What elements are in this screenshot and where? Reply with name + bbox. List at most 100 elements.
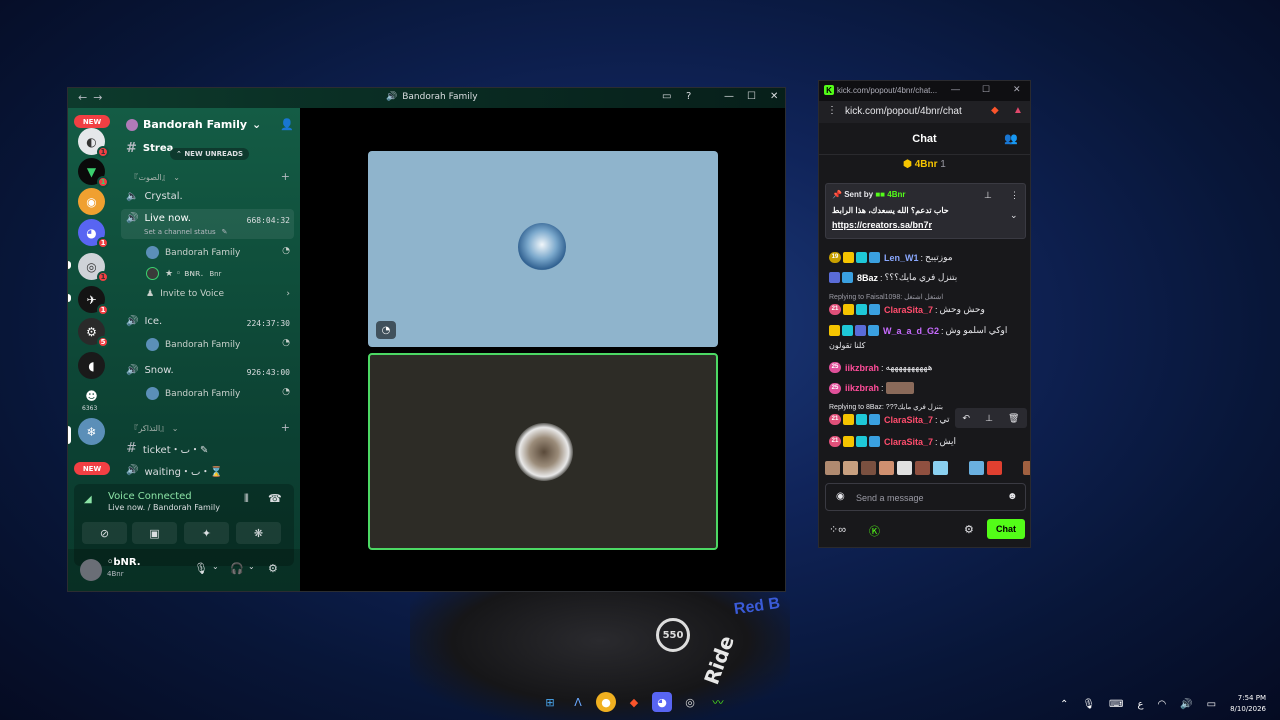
close-icon[interactable]: ✕ [1013,84,1021,95]
pin-icon[interactable]: ⊥ [985,413,993,424]
server-icon-7[interactable]: ⚙ 5 [78,318,109,348]
users-icon[interactable]: 👥 [1004,132,1018,145]
channel-ice[interactable]: 🔊 Ice. [126,316,162,327]
screen-share-button[interactable]: ▣ [132,522,177,544]
add-channel-icon[interactable]: + [281,170,290,183]
voice-member[interactable]: ★ ◦ ʙɴʀ. Bnr [146,267,221,280]
chat-button[interactable]: Chat [987,519,1025,539]
emote-image[interactable] [969,461,984,475]
camera-off-button[interactable]: ⊘ [82,522,127,544]
emote-image[interactable] [843,461,858,475]
discord-taskbar-icon[interactable]: ◕ [652,692,672,712]
voice-subtitle[interactable]: Live now. / Bandorah Family [108,503,220,512]
chat-message[interactable]: 19 Len_W1: موزتيبح [829,252,953,263]
server-icon-1[interactable]: ◐ 1 [78,128,109,158]
emote-image[interactable] [987,461,1002,475]
chat-message[interactable]: 8Baz: بتنزل فري مايك؟؟؟ [829,272,957,283]
activity-icon[interactable]: ◔ [376,321,396,339]
shield-icon[interactable]: ◉ [836,491,845,502]
channel-status[interactable]: Set a channel status ✎ [144,228,228,236]
maximize-icon[interactable]: ☐ [982,84,990,95]
battery-icon[interactable]: ▭ [1207,699,1216,710]
new-unreads-badge[interactable]: ⌃ NEW UNREADS [170,148,250,160]
server-icon-6[interactable]: ✈ 1 [78,286,109,316]
chat-message[interactable]: W_a_a_d_G2: اوكي اسلمو وش [829,325,1007,336]
chat-message[interactable]: 21 ClaraSita_7: وحش وحش [829,304,985,315]
chat-message[interactable]: 25 iikzbrah: [829,382,914,394]
wifi-icon[interactable]: ◠ [1157,699,1166,710]
pinned-link[interactable]: https://creators.sa/bn7r [832,220,932,230]
voice-member[interactable]: Bandorah Family [146,246,240,259]
emote-image[interactable] [1005,461,1020,475]
unpin-icon[interactable]: ⊥ [984,190,992,201]
server-icon-2[interactable]: ▼ 1 [78,158,109,188]
add-channel-icon[interactable]: + [281,421,290,434]
app-icon-coin[interactable]: ● [596,692,616,712]
emote-image[interactable] [861,461,876,475]
microphone-icon[interactable]: 🎙 [1082,699,1095,710]
voice-member[interactable]: Bandorah Family [146,338,240,351]
server-icon-3[interactable]: ◉ [78,188,105,215]
reply-context[interactable]: Replying to Faisal1098: اشتغل اشتغل [829,293,943,301]
brave-shield-icon[interactable]: ◆ [991,105,999,116]
category-voice[interactable]: 『الصوت』 ⌄ [130,172,181,183]
input-language[interactable]: ع [1137,699,1143,710]
brave-browser-icon[interactable]: ◆ [624,692,644,712]
clock[interactable]: 7:54 PM 8/10/2026 [1230,693,1266,715]
server-icon-bandorah[interactable]: ❄ [78,418,105,445]
invite-to-voice[interactable]: ♟ Invite to Voice [146,289,224,299]
chevron-down-icon[interactable]: ⌄ [212,562,219,571]
close-icon[interactable]: ✕ [770,91,778,102]
maximize-icon[interactable]: ☐ [747,91,756,102]
channel-crystal[interactable]: 🔈 Crystal. [126,191,183,202]
channel-live-now[interactable]: 🔊 Live now. [126,213,191,224]
server-icon-8[interactable]: ◖ [78,352,105,379]
windows-start-icon[interactable]: ⊞ [540,692,560,712]
discord-logo-icon[interactable]: ◕ 1 [78,219,109,249]
minimize-icon[interactable]: — [724,91,734,102]
chat-message[interactable]: 21 ClaraSita_7: ايش [829,436,956,447]
chat-message[interactable]: 25 iikzbrah: ههههههههههه [829,362,932,373]
new-pill[interactable]: NEW [74,115,110,128]
points-icon[interactable]: ⁘∞ [829,523,846,536]
avatar[interactable] [80,559,102,581]
emote-image[interactable] [825,461,840,475]
help-icon[interactable]: ? [686,91,691,102]
message-input[interactable]: ◉ Send a message ☻ [825,483,1026,511]
chevron-down-icon[interactable]: ⌄ [248,562,255,571]
more-icon[interactable]: ⋮ [1010,190,1019,201]
category-tickets[interactable]: 『التذاكر』 ⌄ [130,423,179,434]
headphones-icon[interactable]: 🎧 [230,562,244,575]
channel-snow[interactable]: 🔊 Snow. [126,365,174,376]
app-icon-a[interactable]: Λ [568,692,588,712]
trash-icon[interactable]: 🗑 [1008,413,1019,424]
chevron-down-icon[interactable]: ⌄ [1010,210,1018,221]
emote-image[interactable] [951,461,966,475]
rewards-icon[interactable]: ▲ [1013,105,1023,116]
server-icon-5[interactable]: ◎ 1 [78,253,109,283]
reply-icon[interactable]: ↶ [963,413,971,424]
nav-arrows[interactable]: ←→ [78,91,108,104]
participant-tile-speaking[interactable] [368,353,718,550]
server-header[interactable]: Bandorah Family ⌄ [126,118,261,131]
channel-waiting[interactable]: 🔊 waiting・ٮ・⌛ [126,463,223,478]
emoji-icon[interactable]: ☻ [1007,491,1018,502]
minimize-icon[interactable]: — [951,84,960,94]
soundboard-button[interactable]: ❋ [236,522,281,544]
emote-image[interactable] [879,461,894,475]
gear-icon[interactable]: ⚙ [268,562,278,575]
emote-image[interactable] [933,461,948,475]
keyboard-icon[interactable]: ⌨ [1109,699,1123,710]
disconnect-icon[interactable]: ☎ [268,492,282,505]
gear-icon[interactable]: ⚙ [964,523,974,536]
volume-icon[interactable]: 🔊 [1180,699,1192,710]
site-info-icon[interactable]: ⋮ [827,105,837,116]
emote-image[interactable] [1023,461,1030,475]
chevron-up-icon[interactable]: ⌃ [1060,699,1068,710]
address-bar[interactable]: ⋮ kick.com/popout/4bnr/chat ◆ ▲ [819,101,1030,123]
channel-ticket[interactable]: # ticket・ٮ・✎ [126,441,208,456]
app-icon-circle[interactable]: ◎ [680,692,700,712]
kick-coin-icon[interactable]: Ⓚ [869,523,880,539]
app-icon-wave[interactable]: 〰 [708,692,728,712]
emote-image[interactable] [915,461,930,475]
